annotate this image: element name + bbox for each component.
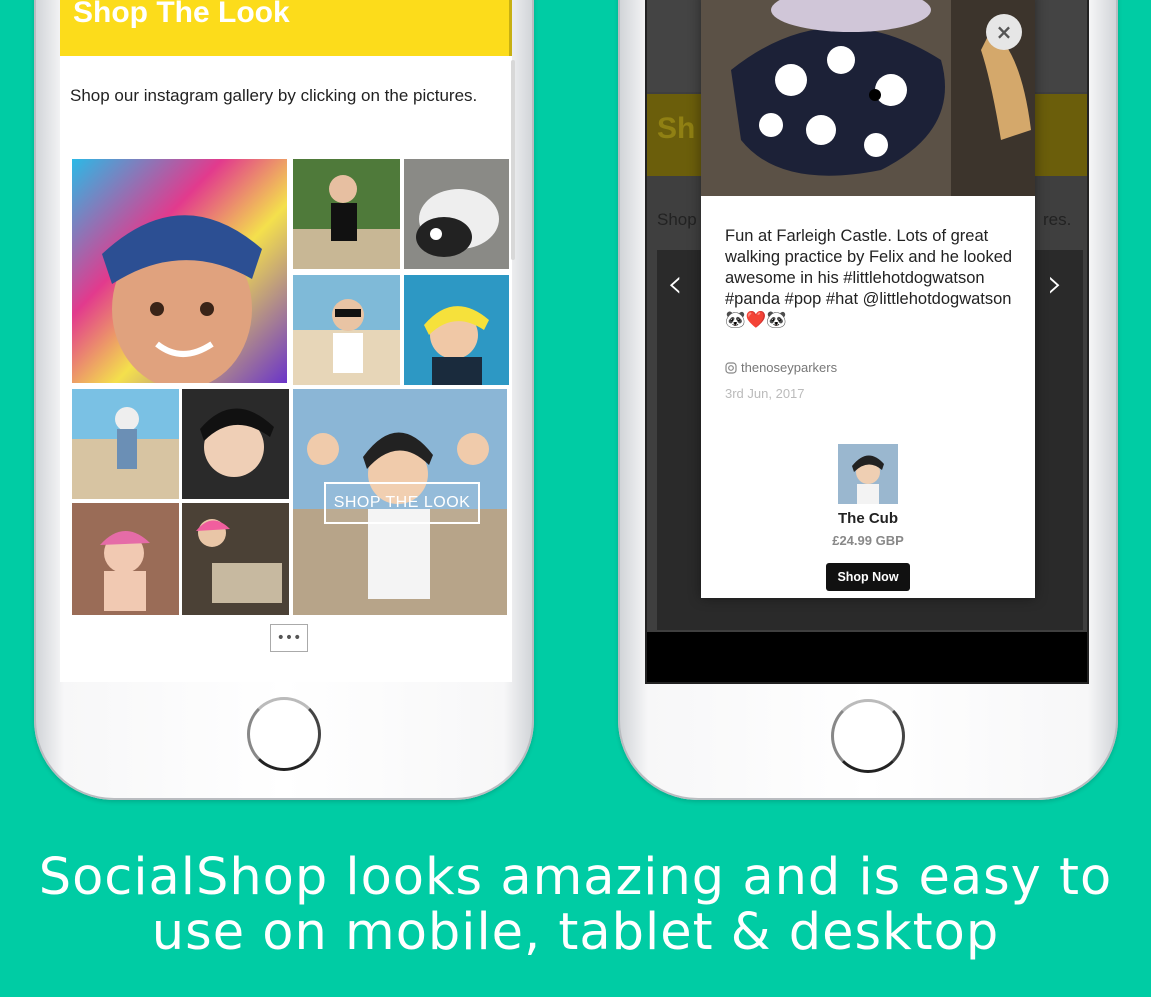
dimmed-banner-text: Sh bbox=[657, 112, 696, 145]
right-home-button[interactable] bbox=[831, 699, 905, 773]
product-thumbnail[interactable] bbox=[838, 444, 898, 504]
tagline-line-2: use on mobile, tablet & desktop bbox=[151, 903, 1000, 962]
close-icon[interactable]: × bbox=[986, 14, 1022, 50]
dimmed-intro-right: res. bbox=[1043, 210, 1072, 229]
prev-arrow-icon[interactable]: ‹ bbox=[667, 264, 683, 304]
panda-hat-photo bbox=[701, 0, 1035, 196]
left-phone-screen: Shop The Look Shop our instagram gallery… bbox=[60, 0, 512, 682]
dimmed-intro-left: Shop bbox=[657, 210, 697, 229]
child-sandbox-image bbox=[182, 503, 289, 615]
gallery-photo-child-hands-up[interactable]: SHOP THE LOOK bbox=[293, 389, 507, 615]
toddler-beach-sunglasses-image bbox=[293, 275, 400, 385]
gallery-photo-toddler-swimsuit[interactable] bbox=[293, 159, 400, 269]
instagram-user[interactable]: thenoseyparkers bbox=[725, 360, 837, 375]
gallery-photo-child-sandbox[interactable] bbox=[182, 503, 289, 615]
gallery-photo-baby-yellow-hat[interactable] bbox=[404, 275, 509, 385]
product-thumbnail-image bbox=[838, 444, 898, 504]
gallery-photo-baby-pink-hat[interactable] bbox=[72, 503, 179, 615]
shop-the-look-banner: Shop The Look bbox=[60, 0, 512, 56]
boy-leopard-cap-image bbox=[72, 159, 287, 383]
baby-yellow-hat-image bbox=[404, 275, 509, 385]
gallery-photo-smiling-toddler[interactable] bbox=[182, 389, 289, 499]
gallery-photo-toddler-beach-sunglasses[interactable] bbox=[293, 275, 400, 385]
gallery-photo-child-beach[interactable] bbox=[72, 389, 179, 499]
gallery-photo-boy-leopard-cap[interactable] bbox=[72, 159, 287, 383]
product-name[interactable]: The Cub bbox=[701, 510, 1035, 527]
baby-sleeping-image bbox=[404, 159, 509, 269]
toddler-swimsuit-image bbox=[293, 159, 400, 269]
product-lightbox-modal: Fun at Farleigh Castle. Lots of great wa… bbox=[701, 0, 1035, 598]
next-arrow-icon[interactable]: › bbox=[1047, 264, 1063, 304]
instagram-username[interactable]: thenoseyparkers bbox=[741, 360, 837, 375]
product-price: £24.99 GBP bbox=[832, 533, 904, 548]
gallery-photo-baby-sleeping[interactable] bbox=[404, 159, 509, 269]
baby-pink-hat-image bbox=[72, 503, 179, 615]
banner-title: Shop The Look bbox=[73, 0, 290, 29]
load-more-button[interactable]: ••• bbox=[270, 624, 308, 652]
gallery-intro-text: Shop our instagram gallery by clicking o… bbox=[70, 86, 478, 105]
lightbox-photo bbox=[701, 0, 1035, 196]
shop-now-button[interactable]: Shop Now bbox=[826, 563, 910, 591]
smiling-toddler-image bbox=[182, 389, 289, 499]
left-home-button[interactable] bbox=[247, 697, 321, 771]
left-scrollbar[interactable] bbox=[511, 60, 515, 260]
tagline-line-1: SocialShop looks amazing and is easy to bbox=[38, 848, 1113, 907]
post-caption: Fun at Farleigh Castle. Lots of great wa… bbox=[725, 227, 1013, 329]
instagram-icon bbox=[725, 361, 737, 374]
dimmed-footer bbox=[647, 632, 1087, 682]
marketing-tagline: SocialShop looks amazing and is easy to … bbox=[0, 850, 1151, 960]
child-beach-image bbox=[72, 389, 179, 499]
post-date: 3rd Jun, 2017 bbox=[725, 386, 805, 401]
shop-the-look-button[interactable]: SHOP THE LOOK bbox=[324, 482, 480, 524]
